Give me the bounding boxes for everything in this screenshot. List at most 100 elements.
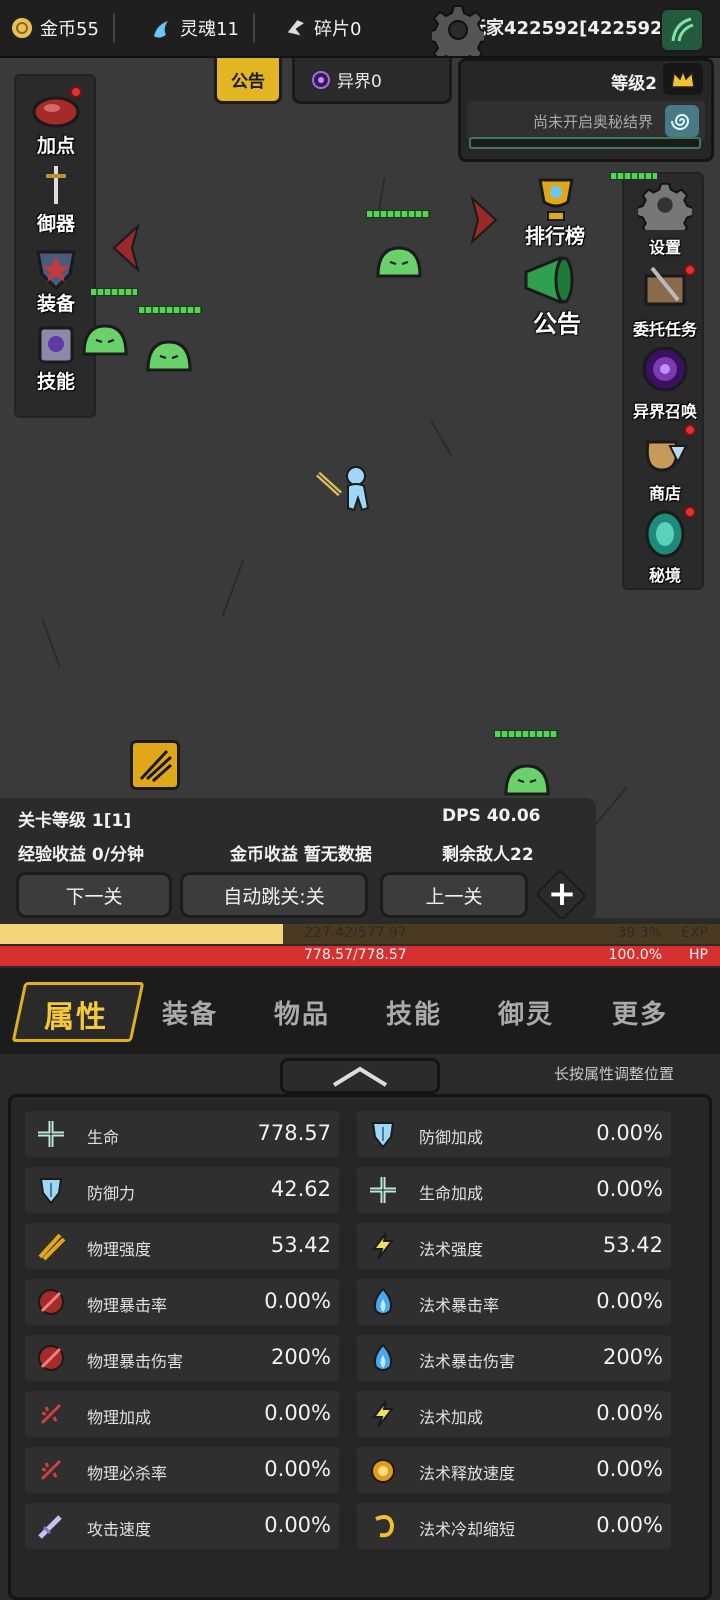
tab-spirits[interactable]: 御灵 [498,994,554,1031]
green-slime[interactable] [80,322,130,358]
collapse-button[interactable] [280,1058,440,1094]
red-slash-icon [35,1286,67,1318]
attribute-row[interactable]: 法术释放速度 0.00% [357,1447,671,1493]
stage-level: 关卡等级 1[1] [18,811,132,831]
player-level: 等级2 [611,74,657,94]
blue-flame-icon [367,1286,399,1318]
attribute-row[interactable]: 防御力 42.62 [25,1167,339,1213]
attribute-name: 法术加成 [419,1408,484,1427]
red-slash-icon [35,1342,67,1374]
shop-bag-icon [638,426,692,476]
attribute-name: 物理暴击伤害 [87,1352,184,1371]
attribute-row[interactable]: 物理强度 53.42 [25,1223,339,1269]
next-area-arrow[interactable] [466,194,502,246]
enemy-hp-bar [494,730,558,738]
attribute-row[interactable]: 防御加成 0.00% [357,1111,671,1157]
next-stage-button[interactable]: 下一关 [16,872,172,918]
add-points-button[interactable]: 加点 [14,84,98,160]
ranking-button[interactable]: 排行榜 [518,176,592,248]
attribute-name: 法术强度 [419,1240,484,1259]
exp-text: 227.42/577.97 [304,925,407,941]
mystic-realm-row[interactable]: 尚未开启奥秘结界 [467,101,705,141]
hp-bar: 778.57/778.57 100.0% HP [0,946,720,966]
sword-icon [35,1510,67,1542]
player-hero [316,466,370,512]
attribute-value: 0.00% [264,1457,331,1481]
settings-button[interactable]: 设置 [620,178,710,262]
soul-counter: 灵魂11 [148,12,255,44]
attribute-row[interactable]: 法术暴击率 0.00% [357,1279,671,1325]
plus-icon: + [547,874,577,914]
otherworld-tab[interactable]: 异界0 [292,58,452,104]
attribute-value: 0.00% [596,1177,663,1201]
prev-area-arrow[interactable] [108,222,144,274]
player-info-panel: 等级2 尚未开启奥秘结界 [458,58,714,162]
attribute-row[interactable]: 生命加成 0.00% [357,1167,671,1213]
attribute-name: 生命加成 [419,1184,484,1203]
exp-percent: 39.3% [617,925,662,941]
otherworld-summon-button[interactable]: 异界召唤 [620,342,710,426]
attribute-value: 0.00% [596,1401,663,1425]
exp-fill [0,924,283,944]
green-slime[interactable] [374,244,424,280]
sword-icon [30,164,82,210]
attribute-row[interactable]: 攻击速度 0.00% [25,1503,339,1549]
hp-unit: HP [689,947,708,963]
notice-tab[interactable]: 公告 [214,58,282,104]
enemy-hp-bar [366,210,430,218]
green-slime[interactable] [144,338,194,374]
crown-icon[interactable] [663,63,703,95]
attribute-value: 778.57 [257,1121,331,1145]
exp-income: 经验收益 0/分钟 [18,845,144,865]
attribute-value: 42.62 [270,1177,331,1201]
attribute-row[interactable]: 物理暴击率 0.00% [25,1279,339,1325]
realm-progress-bar [469,137,701,149]
equipment-button[interactable]: 装备 [14,242,98,318]
gear-icon [636,180,694,241]
soul-flame-icon [148,14,176,42]
weapon-control-button[interactable]: 御器 [14,162,98,238]
attribute-name: 法术暴击率 [419,1296,500,1315]
tab-items[interactable]: 物品 [274,994,330,1031]
attribute-row[interactable]: 物理必杀率 0.00% [25,1447,339,1493]
player-name: 玩家422592[422592] [468,18,671,39]
attribute-name: 防御力 [87,1184,136,1203]
tab-more[interactable]: 更多 [612,994,668,1031]
announcement-button[interactable]: 公告 [512,252,602,338]
shop-button[interactable]: 商店 [620,424,710,508]
skill-slot[interactable] [130,740,180,790]
auto-skip-toggle[interactable]: 自动跳关:关 [180,872,368,918]
attribute-value: 0.00% [264,1401,331,1425]
tab-equipment[interactable]: 装备 [162,994,218,1031]
commission-task-button[interactable]: 委托任务 [620,260,710,344]
enemies-left: 剩余敌人22 [442,845,534,865]
gold-coin-icon [8,14,36,42]
prev-stage-button[interactable]: 上一关 [380,872,528,918]
claw-icon [35,1230,67,1262]
attribute-name: 物理必杀率 [87,1464,168,1483]
attribute-row[interactable]: 法术加成 0.00% [357,1391,671,1437]
attribute-row[interactable]: 物理加成 0.00% [25,1391,339,1437]
attribute-row[interactable]: 法术冷却缩短 0.00% [357,1503,671,1549]
attribute-row[interactable]: 法术强度 53.42 [357,1223,671,1269]
attribute-name: 物理强度 [87,1240,152,1259]
gear-icon[interactable] [427,4,489,67]
attribute-value: 0.00% [264,1289,331,1313]
green-slime[interactable] [502,762,552,798]
attribute-name: 法术冷却缩短 [419,1520,516,1539]
teal-portal-icon [638,508,692,558]
tab-attributes-label: 属性 [44,1000,108,1035]
secret-realm-button[interactable]: 秘境 [620,506,710,590]
claw-skill-icon [139,749,173,783]
shard-counter: 碎片0 [282,12,361,44]
gold-income: 金币收益 暂无数据 [230,845,372,865]
scroll-icon [30,322,82,368]
tab-skills[interactable]: 技能 [386,994,442,1031]
attribute-row[interactable]: 生命 778.57 [25,1111,339,1157]
exp-unit: EXP [681,925,708,941]
attribute-row[interactable]: 物理暴击伤害 200% [25,1335,339,1381]
lightning-icon [367,1230,399,1262]
player-avatar[interactable] [660,8,704,52]
attribute-value: 0.00% [264,1513,331,1537]
attribute-row[interactable]: 法术暴击伤害 200% [357,1335,671,1381]
